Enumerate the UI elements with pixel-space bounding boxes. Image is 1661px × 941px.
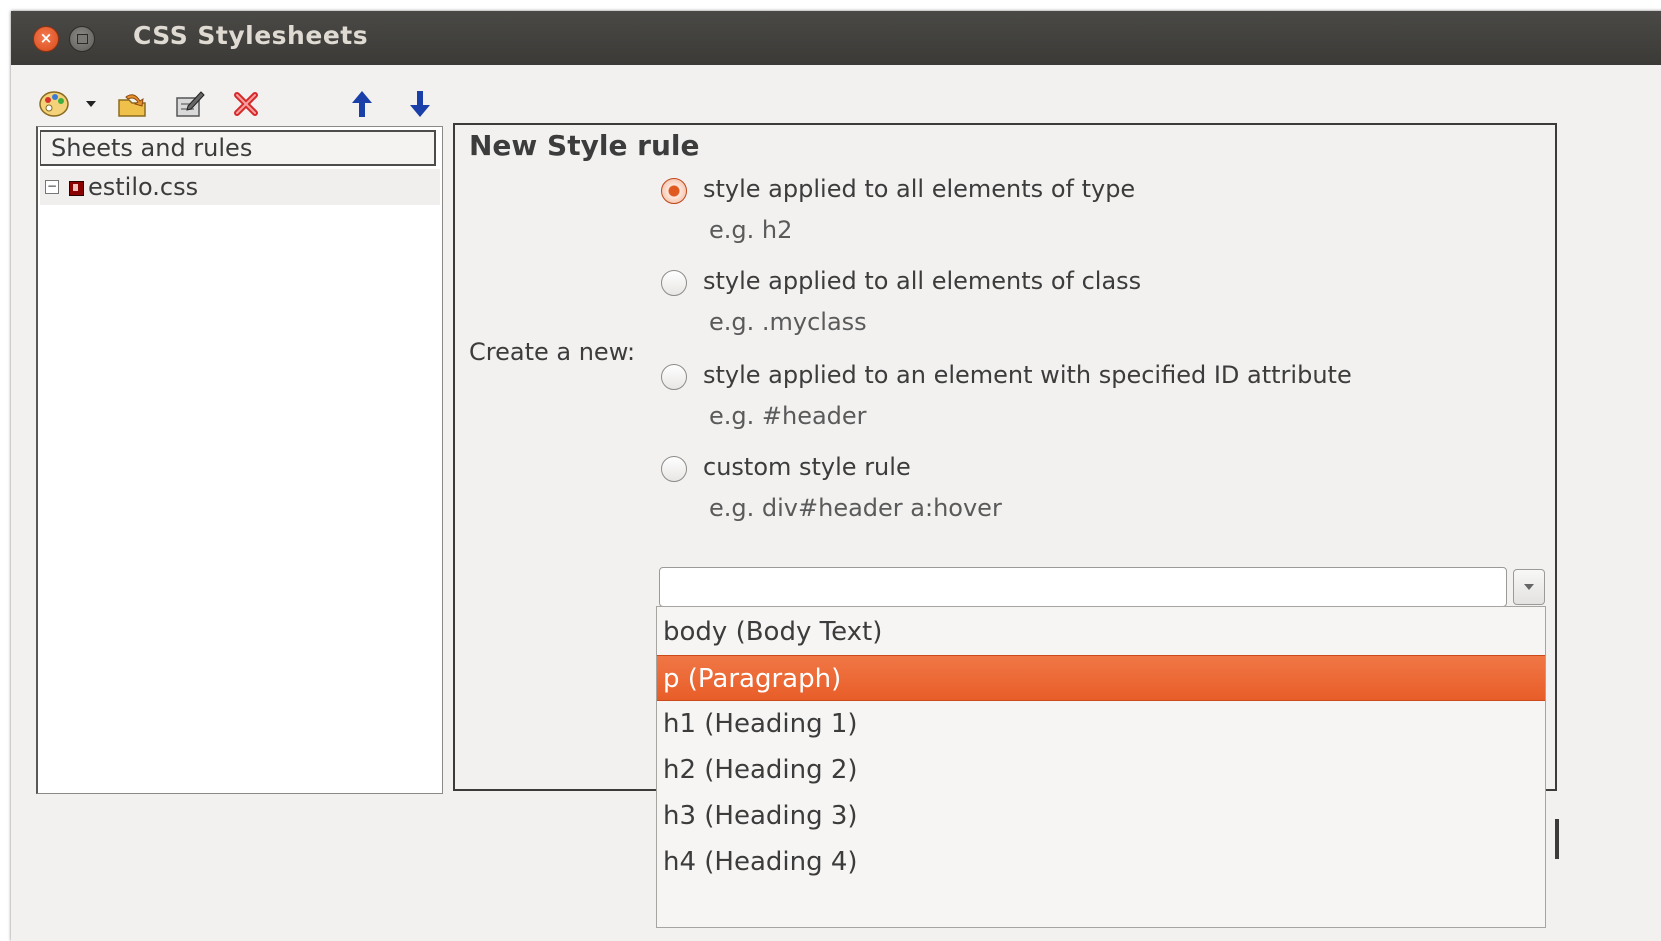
radio-id[interactable] (661, 364, 687, 390)
dropdown-item[interactable]: h3 (Heading 3) (657, 793, 1545, 839)
maximize-icon (76, 34, 88, 44)
new-menu-dropdown[interactable] (81, 87, 101, 121)
palette-icon (39, 91, 69, 117)
import-stylesheet-button[interactable] (115, 87, 149, 121)
new-stylesheet-button[interactable] (37, 87, 71, 121)
create-new-label: Create a new: (469, 338, 636, 366)
move-down-button[interactable] (403, 87, 437, 121)
close-icon: × (39, 29, 53, 47)
selector-combo-button[interactable] (1513, 569, 1545, 605)
collapse-icon[interactable]: − (45, 180, 59, 194)
radio-label-custom[interactable]: custom style rule (703, 453, 911, 481)
edit-rule-button[interactable] (173, 87, 207, 121)
dropdown-item[interactable]: body (Body Text) (657, 609, 1545, 655)
dropdown-arrow-icon (86, 101, 96, 107)
import-icon (118, 94, 146, 117)
move-down-icon (410, 91, 430, 117)
dropdown-item-selected[interactable]: p (Paragraph) (657, 655, 1545, 701)
stylesheet-file-icon (69, 181, 84, 196)
toolbar (11, 85, 1661, 125)
radio-label-id[interactable]: style applied to an element with specifi… (703, 361, 1352, 389)
radio-custom[interactable] (661, 456, 687, 482)
move-up-icon (352, 91, 372, 117)
maximize-window-button[interactable] (69, 26, 95, 52)
sheets-tree[interactable]: Sheets and rules − estilo.css (36, 126, 443, 794)
delete-rule-button[interactable] (229, 87, 263, 121)
delete-icon (234, 92, 258, 116)
hint-id: e.g. #header (709, 402, 867, 430)
dropdown-item[interactable]: h4 (Heading 4) (657, 839, 1545, 885)
edit-icon (176, 91, 205, 117)
dialog-edge (1555, 819, 1559, 859)
dropdown-item[interactable]: h2 (Heading 2) (657, 747, 1545, 793)
panel-title: New Style rule (469, 129, 700, 162)
tree-item-stylesheet[interactable]: − estilo.css (40, 169, 440, 205)
tree-column-header[interactable]: Sheets and rules (40, 130, 436, 166)
title-bar: × CSS Stylesheets (11, 11, 1661, 65)
selector-dropdown-list[interactable]: body (Body Text) p (Paragraph) h1 (Headi… (656, 606, 1546, 928)
hint-class: e.g. .myclass (709, 308, 867, 336)
radio-label-class[interactable]: style applied to all elements of class (703, 267, 1141, 295)
selector-combo-entry[interactable] (659, 567, 1507, 607)
dropdown-item[interactable]: h1 (Heading 1) (657, 701, 1545, 747)
hint-element-type: e.g. h2 (709, 216, 793, 244)
tree-item-label: estilo.css (88, 173, 199, 201)
move-up-button[interactable] (345, 87, 379, 121)
radio-label-element-type[interactable]: style applied to all elements of type (703, 175, 1135, 203)
chevron-down-icon (1524, 584, 1534, 590)
window-title: CSS Stylesheets (133, 21, 369, 50)
radio-element-type[interactable] (661, 178, 687, 204)
radio-class[interactable] (661, 270, 687, 296)
hint-custom: e.g. div#header a:hover (709, 494, 1002, 522)
close-window-button[interactable]: × (33, 26, 59, 52)
